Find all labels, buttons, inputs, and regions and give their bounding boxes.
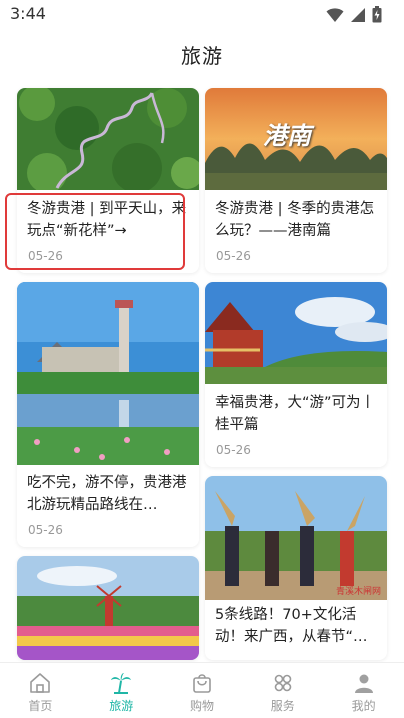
status-time: 3:44 bbox=[10, 4, 46, 23]
article-card[interactable]: 吃不完，游不停，贵港港北游玩精品路线在… 05-26 bbox=[17, 282, 199, 547]
shopping-bag-icon bbox=[193, 674, 211, 693]
cellular-signal-icon bbox=[351, 7, 365, 22]
highlight-box bbox=[5, 193, 185, 270]
palm-tree-icon bbox=[111, 673, 132, 694]
tab-label: 购物 bbox=[189, 699, 214, 713]
article-card[interactable]: 幸福贵港，大“游”可为丨桂平篇 05-26 bbox=[205, 282, 387, 467]
battery-icon bbox=[372, 6, 382, 23]
article-card[interactable]: 港南 冬游贵港 | 冬季的贵港怎么玩？——港南篇 05-26 bbox=[205, 88, 387, 273]
tab-travel[interactable]: 旅游 bbox=[81, 663, 162, 718]
article-image bbox=[17, 88, 199, 190]
image-overlay-text: 港南 bbox=[263, 122, 311, 150]
article-date: 05-26 bbox=[28, 523, 63, 537]
status-icons bbox=[326, 6, 382, 23]
article-image: 港南 bbox=[205, 88, 387, 190]
tab-service[interactable]: 服务 bbox=[242, 663, 323, 718]
tab-label: 服务 bbox=[270, 699, 295, 713]
tab-mine[interactable]: 我的 bbox=[323, 663, 404, 718]
service-icon bbox=[274, 674, 292, 692]
article-card[interactable] bbox=[17, 556, 199, 660]
home-icon bbox=[30, 673, 51, 693]
article-image bbox=[17, 282, 199, 465]
bottom-tab-bar: 首页 旅游 购物 服务 我的 bbox=[0, 662, 404, 718]
article-card[interactable]: 青溪木闸网 5条线路！70+文化活动！来广西，从春节“… bbox=[205, 476, 387, 660]
tab-home[interactable]: 首页 bbox=[0, 663, 81, 718]
user-icon bbox=[354, 674, 373, 693]
article-date: 05-26 bbox=[216, 443, 251, 457]
tab-label: 旅游 bbox=[109, 699, 134, 713]
wifi-icon bbox=[326, 7, 344, 22]
article-image bbox=[205, 282, 387, 384]
page-title: 旅游 bbox=[181, 44, 223, 68]
image-watermark: 青溪木闸网 bbox=[335, 587, 381, 597]
tab-label: 首页 bbox=[28, 699, 53, 713]
article-image: 青溪木闸网 bbox=[205, 476, 387, 600]
tab-shopping[interactable]: 购物 bbox=[162, 663, 243, 718]
article-title: 吃不完，游不停，贵港港北游玩精品路线在… bbox=[27, 475, 187, 513]
article-image bbox=[17, 556, 199, 660]
article-title: 幸福贵港，大“游”可为丨桂平篇 bbox=[215, 395, 376, 433]
status-bar: 3:44 bbox=[0, 0, 404, 30]
article-title: 5条线路！70+文化活动！来广西，从春节“… bbox=[215, 607, 368, 645]
tab-label: 我的 bbox=[351, 699, 376, 713]
article-title: 冬游贵港 | 冬季的贵港怎么玩？——港南篇 bbox=[215, 201, 375, 239]
article-date: 05-26 bbox=[216, 249, 251, 263]
